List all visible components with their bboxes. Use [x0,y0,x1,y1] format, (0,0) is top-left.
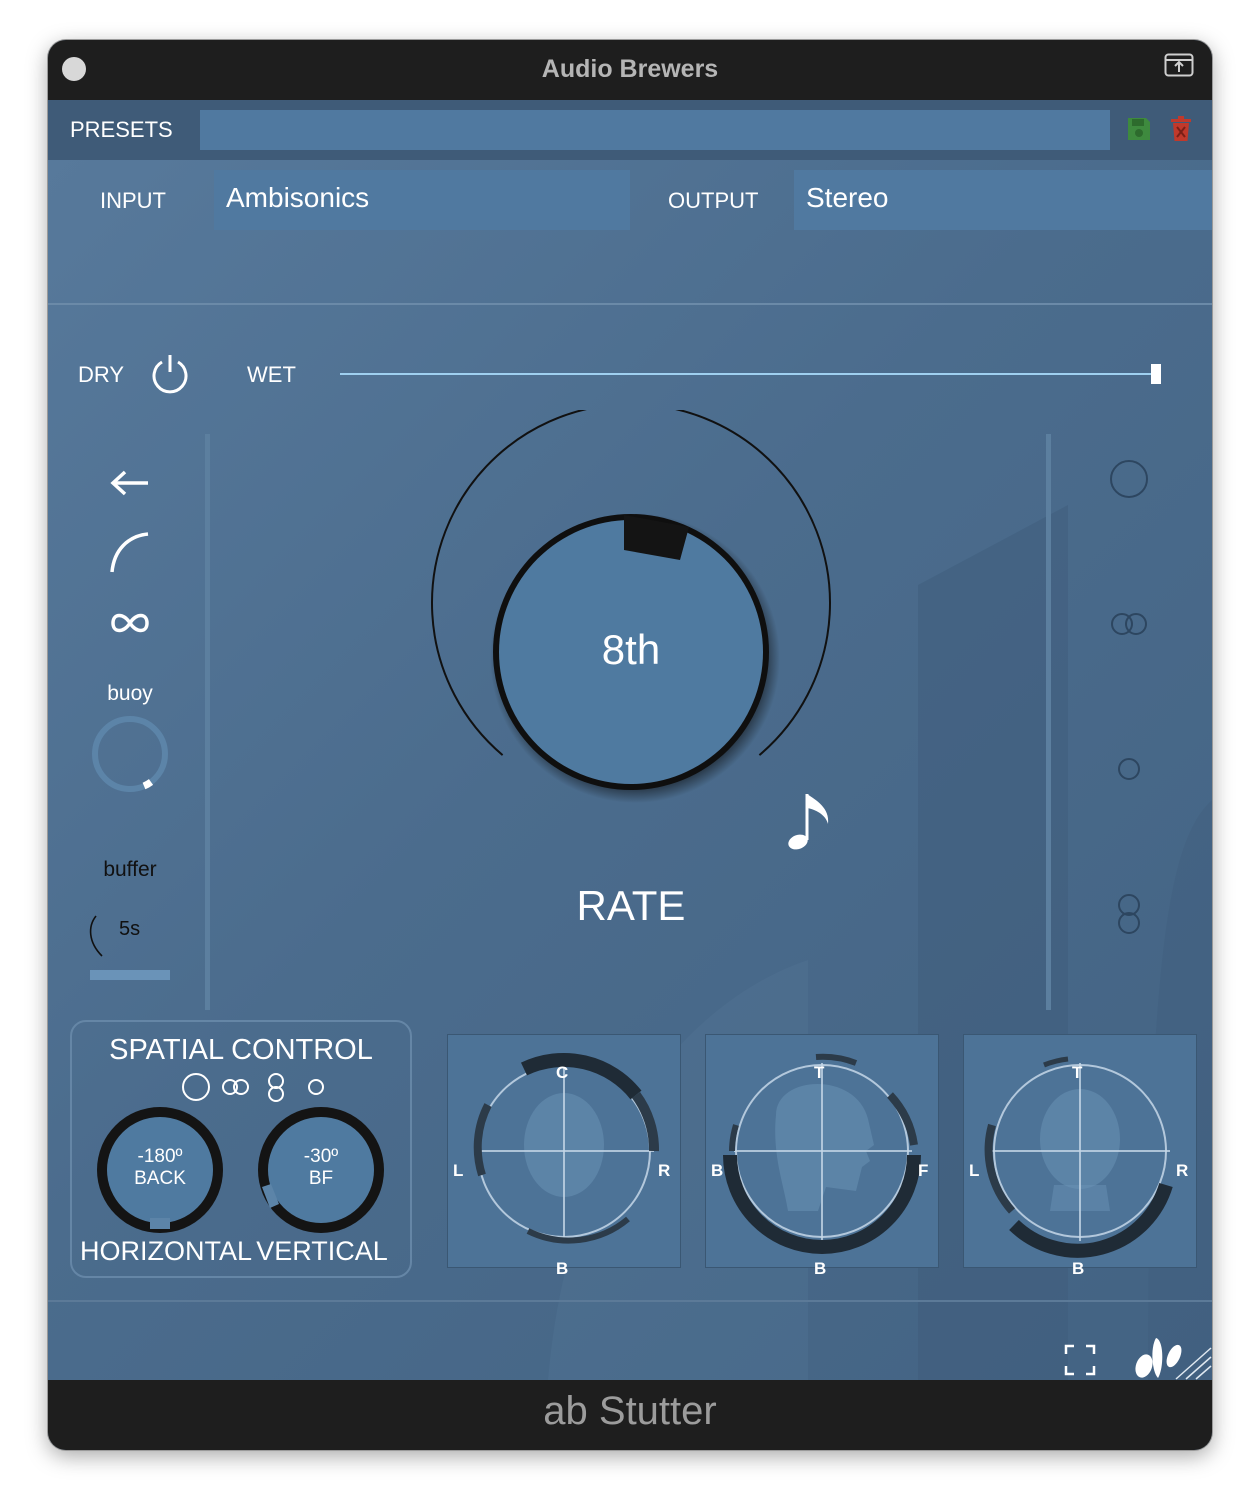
music-note-icon[interactable] [786,790,836,854]
presets-field[interactable] [200,110,1110,150]
rate-knob[interactable] [426,410,836,830]
viz3-top-label: T [1072,1063,1083,1082]
plugin-window: Audio Brewers PRESETS INPUT Ambisonics O… [48,40,1212,1450]
power-icon[interactable] [148,352,192,396]
presets-bar: PRESETS [48,100,1212,160]
curve-icon[interactable] [110,532,150,574]
dry-label: DRY [78,362,125,387]
left-divider [205,434,210,1010]
viz1-right-label: R [658,1161,671,1180]
buoy-label: buoy [107,682,153,705]
viz3-left-label: L [969,1161,980,1180]
viz2-left-label: B [711,1161,724,1180]
spatial-control-panel: SPATIAL CONTROL -180º BACK -30º BF HORIZ… [70,1020,412,1278]
footer-divider [48,1300,1212,1302]
vertical-sub: BF [308,1168,334,1189]
window-title: Audio Brewers [541,55,719,83]
rate-label: RATE [576,882,686,929]
spatial-mode-icons [180,1072,330,1104]
horizontal-value: -180º [137,1146,183,1167]
viz2-top-label: T [814,1063,825,1082]
omni-icon[interactable] [1108,458,1150,500]
small-circle-icon[interactable] [1116,756,1142,782]
presets-label: PRESETS [70,117,173,142]
main-panel: INPUT Ambisonics OUTPUT Stereo DRY WET b… [48,160,1212,1380]
buoy-knob[interactable] [88,712,172,796]
resize-grip-icon[interactable] [1174,1346,1212,1380]
input-select[interactable]: Ambisonics [214,170,630,230]
save-preset-icon[interactable] [1126,116,1152,142]
output-label: OUTPUT [668,188,759,213]
input-label: INPUT [100,188,166,213]
viz2-right-label: F [918,1161,929,1180]
right-divider [1046,434,1051,1010]
infinity-icon[interactable] [110,610,150,636]
vertical-label: VERTICAL [256,1236,388,1266]
horizontal-label: HORIZONTAL [80,1236,253,1266]
mode-omni-icon [182,1073,210,1101]
figure8-horizontal-icon[interactable] [1108,610,1150,638]
product-name: ab Stutter [543,1389,717,1433]
viz1-bottom-label: B [556,1259,569,1278]
delete-preset-icon[interactable] [1170,116,1192,142]
vertical-value: -30º [303,1146,339,1167]
figure8-vertical-icon[interactable] [1116,893,1142,935]
viz2-bottom-label: B [814,1259,827,1278]
viz1-left-label: L [453,1161,464,1180]
viz3-right-label: R [1176,1161,1189,1180]
viz3-bottom-label: B [1072,1259,1085,1278]
buffer-label: buffer [103,858,157,881]
rate-value: 8th [601,626,661,673]
horizontal-sub: BACK [134,1168,186,1189]
output-select[interactable]: Stereo [794,170,1212,230]
fullscreen-icon[interactable] [1064,1344,1096,1376]
viz1-top-label: C [556,1063,569,1082]
buffer-value: 5s [119,918,141,940]
divider [48,303,1212,305]
title-bar: Audio Brewers [48,40,1212,100]
share-icon[interactable] [1164,53,1194,79]
buffer-bar[interactable] [90,970,170,980]
arrow-left-icon[interactable] [110,468,150,498]
wet-slider[interactable] [338,362,1164,386]
product-bar: ab Stutter [48,1380,1212,1450]
wet-label: WET [247,362,296,387]
spatial-control-title: SPATIAL CONTROL [109,1034,373,1066]
